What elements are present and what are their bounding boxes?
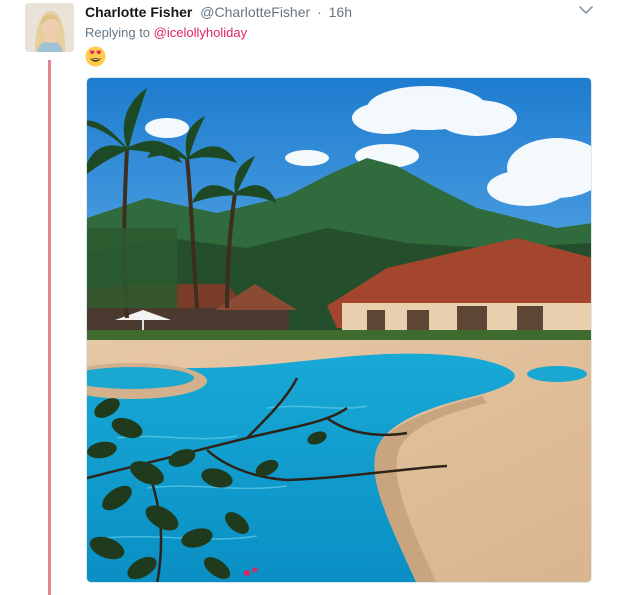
replying-prefix: Replying to <box>85 25 151 40</box>
avatar[interactable] <box>25 3 74 52</box>
mention-link[interactable]: @icelollyholiday <box>154 25 247 40</box>
resort-pool-image <box>87 78 591 582</box>
heart-eyes-emoji-icon <box>85 46 106 67</box>
tweet-text <box>85 46 106 67</box>
replying-to: Replying to @icelollyholiday <box>85 25 247 41</box>
timestamp[interactable]: 16h <box>329 4 352 20</box>
thread-line <box>48 60 51 595</box>
more-options-button[interactable] <box>578 3 594 17</box>
separator-dot: · <box>317 4 322 20</box>
tweet[interactable]: Charlotte Fisher @CharlotteFisher · 16h … <box>0 0 621 595</box>
tweet-photo[interactable] <box>86 77 592 583</box>
tweet-header: Charlotte Fisher @CharlotteFisher · 16h <box>85 3 352 21</box>
chevron-down-icon <box>579 5 593 14</box>
author-handle[interactable]: @CharlotteFisher <box>200 4 310 20</box>
author-name[interactable]: Charlotte Fisher <box>85 4 192 20</box>
